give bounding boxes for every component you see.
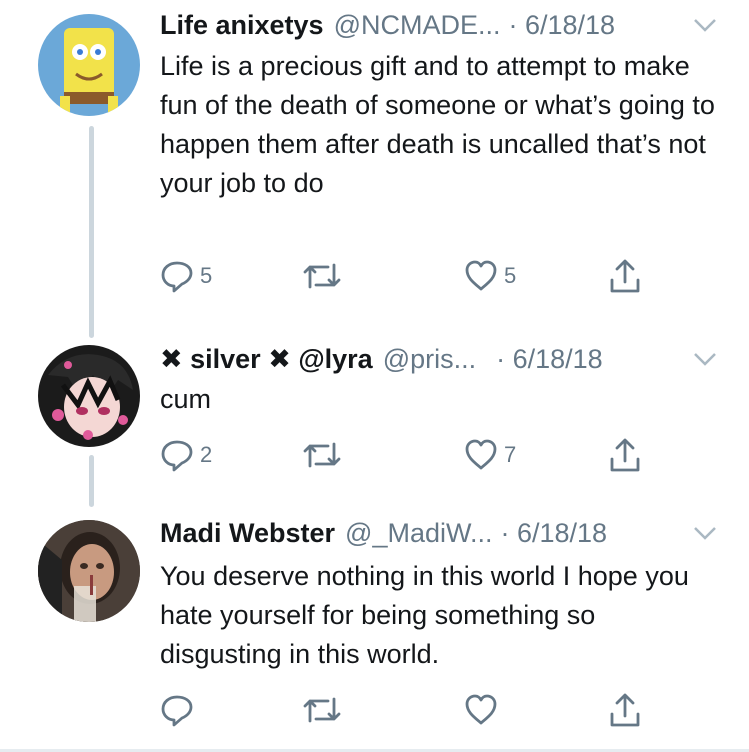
user-handle[interactable]: @_MadiW... bbox=[345, 518, 492, 549]
reply-button[interactable] bbox=[160, 690, 200, 730]
share-icon bbox=[610, 438, 640, 472]
reply-icon bbox=[161, 261, 193, 293]
tweet-text: You deserve nothing in this world I hope… bbox=[160, 561, 689, 669]
retweet-button[interactable] bbox=[302, 690, 342, 730]
retweet-button[interactable] bbox=[302, 256, 342, 296]
tweet-date[interactable]: · 6/18/18 bbox=[496, 344, 603, 375]
like-button[interactable] bbox=[464, 690, 504, 730]
heart-icon bbox=[465, 439, 497, 470]
reply-count: 5 bbox=[200, 263, 213, 288]
reply-count: 2 bbox=[200, 442, 213, 467]
share-icon bbox=[610, 693, 640, 727]
display-name[interactable]: Life anixetys bbox=[160, 10, 324, 41]
avatar[interactable] bbox=[38, 14, 140, 116]
tweet[interactable]: Life anixetys @NCMADE... · 6/18/18 Life … bbox=[0, 0, 749, 330]
user-handle[interactable]: @NCMADE... bbox=[334, 10, 501, 41]
retweet-button[interactable] bbox=[302, 435, 342, 475]
avatar[interactable] bbox=[38, 520, 140, 622]
share-button[interactable] bbox=[608, 256, 642, 296]
tweet-actions: 5 5 bbox=[160, 256, 660, 296]
tweet-date[interactable]: · 6/18/18 bbox=[509, 10, 616, 41]
tweet-text: Life is a precious gift and to attempt t… bbox=[160, 51, 715, 198]
avatar[interactable] bbox=[38, 345, 140, 447]
user-handle[interactable]: @pris... bbox=[383, 344, 476, 375]
heart-icon bbox=[465, 260, 497, 291]
chevron-down-icon[interactable] bbox=[693, 17, 717, 33]
tweet-header: Madi Webster @_MadiW... · 6/18/18 bbox=[160, 516, 717, 550]
like-count: 5 bbox=[504, 263, 517, 288]
retweet-icon bbox=[303, 697, 341, 723]
share-icon bbox=[610, 259, 640, 293]
reply-button[interactable]: 2 bbox=[160, 435, 212, 475]
display-name[interactable]: Madi Webster bbox=[160, 518, 335, 549]
tweet-date[interactable]: · 6/18/18 bbox=[501, 518, 608, 549]
reply-icon bbox=[161, 440, 193, 472]
tweet-actions bbox=[160, 690, 660, 730]
tweet[interactable]: Madi Webster @_MadiW... · 6/18/18 You de… bbox=[0, 500, 749, 752]
like-button[interactable]: 7 bbox=[464, 435, 516, 475]
share-button[interactable] bbox=[608, 690, 642, 730]
retweet-icon bbox=[303, 263, 341, 289]
tweet-header: Life anixetys @NCMADE... · 6/18/18 bbox=[160, 8, 717, 42]
share-button[interactable] bbox=[608, 435, 642, 475]
tweet-header: ✖ silver ✖ @lyra @pris... · 6/18/18 bbox=[160, 342, 717, 376]
chevron-down-icon[interactable] bbox=[693, 351, 717, 367]
tweet[interactable]: ✖ silver ✖ @lyra @pris... · 6/18/18 cum … bbox=[0, 330, 749, 490]
chevron-down-icon[interactable] bbox=[693, 525, 717, 541]
reply-button[interactable]: 5 bbox=[160, 256, 212, 296]
tweet-text: cum bbox=[160, 384, 212, 414]
heart-icon bbox=[465, 694, 497, 725]
like-count: 7 bbox=[504, 442, 517, 467]
like-button[interactable]: 5 bbox=[464, 256, 516, 296]
reply-icon bbox=[161, 695, 193, 727]
retweet-icon bbox=[303, 442, 341, 468]
display-name[interactable]: ✖ silver ✖ @lyra bbox=[160, 344, 373, 375]
tweet-actions: 2 7 bbox=[160, 435, 660, 475]
